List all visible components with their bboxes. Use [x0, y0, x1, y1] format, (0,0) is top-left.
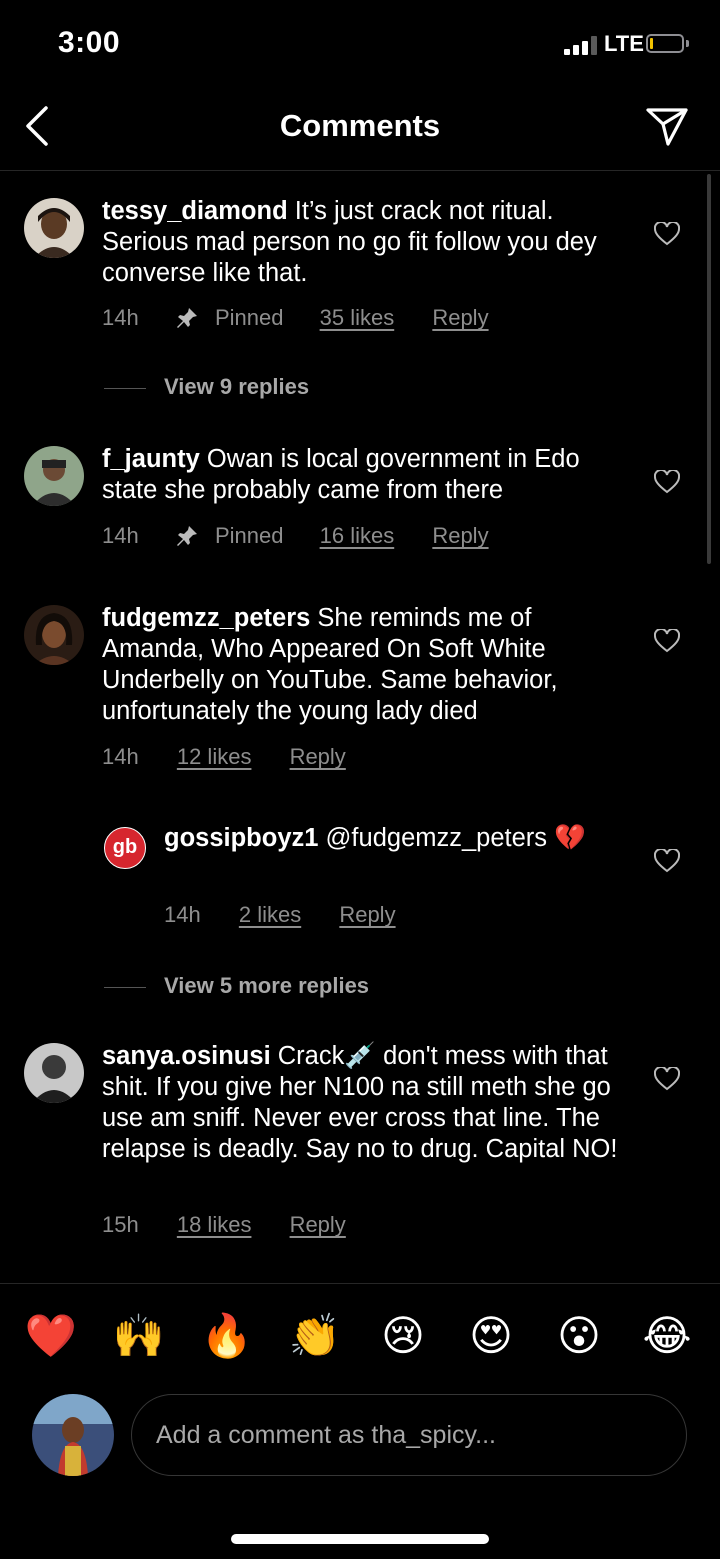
send-icon[interactable] — [644, 104, 690, 148]
comment-composer: Add a comment as tha_spicy... — [0, 1392, 720, 1482]
heart-icon[interactable] — [653, 627, 681, 653]
reaction-cry[interactable]: 😢 — [376, 1312, 430, 1360]
view-replies-button[interactable]: View 5 more replies — [104, 973, 369, 999]
reaction-raised-hands[interactable]: 🙌 — [112, 1312, 166, 1360]
heart-icon[interactable] — [653, 847, 681, 873]
avatar[interactable] — [24, 1043, 84, 1103]
likes-link[interactable]: 16 likes — [320, 523, 395, 549]
reply-button[interactable]: Reply — [432, 523, 488, 549]
comment-time: 14h — [164, 902, 201, 928]
comment-time: 14h — [102, 523, 139, 549]
comment-meta: 14h Pinned 35 likes Reply — [102, 304, 489, 331]
comment-username[interactable]: fudgemzz_peters — [102, 604, 310, 632]
status-time: 3:00 — [58, 26, 121, 59]
likes-link[interactable]: 35 likes — [320, 305, 395, 331]
reaction-heart-eyes[interactable]: 😍 — [464, 1312, 518, 1360]
comment-meta: 14h 2 likes Reply — [164, 901, 396, 928]
reply-button[interactable]: Reply — [290, 744, 346, 770]
comment-username[interactable]: sanya.osinusi — [102, 1042, 271, 1070]
avatar[interactable] — [24, 198, 84, 258]
status-bar: 3:00 LTE — [0, 0, 720, 90]
likes-link[interactable]: 2 likes — [239, 902, 301, 928]
reaction-fire[interactable]: 🔥 — [200, 1312, 254, 1360]
avatar[interactable] — [24, 605, 84, 665]
likes-link[interactable]: 18 likes — [177, 1212, 252, 1238]
comment-username[interactable]: tessy_diamond — [102, 197, 288, 225]
comment-meta: 15h 18 likes Reply — [102, 1211, 346, 1238]
comment-username[interactable]: f_jaunty — [102, 445, 200, 473]
signal-icon — [564, 35, 600, 55]
view-replies-button[interactable]: View 9 replies — [104, 374, 309, 400]
comment-input[interactable]: Add a comment as tha_spicy... — [131, 1394, 687, 1476]
home-indicator[interactable] — [231, 1534, 489, 1544]
pinned-label: Pinned — [214, 523, 284, 549]
reaction-bar: ❤️ 🙌 🔥 👏 😢 😍 😮 😂 — [0, 1283, 720, 1392]
reply-button[interactable]: Reply — [432, 305, 488, 331]
heart-icon[interactable] — [653, 468, 681, 494]
reaction-heart[interactable]: ❤️ — [24, 1312, 78, 1360]
avatar — [32, 1394, 114, 1476]
divider-line — [104, 986, 146, 988]
comment-username[interactable]: gossipboyz1 — [164, 824, 318, 852]
comment-meta: 14h 12 likes Reply — [102, 743, 346, 770]
divider-line — [104, 387, 146, 389]
comment-time: 14h — [102, 305, 139, 331]
comment-time: 14h — [102, 744, 139, 770]
reply-button[interactable]: Reply — [290, 1212, 346, 1238]
view-replies-label: View 5 more replies — [164, 973, 370, 998]
reaction-clap[interactable]: 👏 — [288, 1312, 342, 1360]
comment-text: sanya.osinusi Crack💉 don't mess with tha… — [102, 1041, 622, 1165]
comment-text: fudgemzz_peters She reminds me of Amanda… — [102, 603, 622, 727]
battery-icon — [646, 34, 684, 53]
avatar[interactable] — [24, 446, 84, 506]
comment-body: @fudgemzz_peters 💔 — [325, 824, 586, 852]
header: Comments — [0, 90, 720, 171]
likes-link[interactable]: 12 likes — [177, 744, 252, 770]
comment-text: gossipboyz1 @fudgemzz_peters 💔 — [164, 823, 604, 854]
comment-text: f_jaunty Owan is local government in Edo… — [102, 444, 622, 506]
reaction-wow[interactable]: 😮 — [552, 1312, 606, 1360]
pin-icon — [175, 524, 199, 548]
avatar[interactable]: gb — [104, 827, 146, 869]
comment-time: 15h — [102, 1212, 139, 1238]
scrollbar[interactable] — [707, 174, 711, 564]
comment-text: tessy_diamond It’s just crack not ritual… — [102, 196, 622, 289]
page-title: Comments — [279, 108, 441, 143]
heart-icon[interactable] — [653, 220, 681, 246]
reply-button[interactable]: Reply — [339, 902, 395, 928]
network-label: LTE — [604, 31, 644, 56]
comment-meta: 14h Pinned 16 likes Reply — [102, 522, 489, 549]
reaction-laugh[interactable]: 😂 — [640, 1312, 694, 1360]
heart-icon[interactable] — [653, 1065, 681, 1091]
avatar-initials: gb — [112, 836, 138, 858]
battery-tip — [686, 40, 689, 47]
view-replies-label: View 9 replies — [164, 374, 310, 399]
pin-icon — [175, 306, 199, 330]
pinned-label: Pinned — [214, 305, 284, 331]
